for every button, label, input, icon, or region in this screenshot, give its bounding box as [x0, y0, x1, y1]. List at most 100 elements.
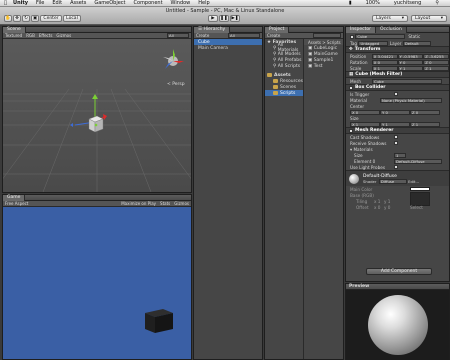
menu-file[interactable]: File — [36, 0, 44, 6]
play-controls: ▶ ❚❚ ▶❚ — [208, 15, 240, 22]
pivot-center-button[interactable]: Center — [40, 15, 62, 22]
scale-tool-icon[interactable]: ▣ — [31, 15, 39, 22]
step-icon[interactable]: ▶❚ — [230, 15, 240, 22]
add-component-button[interactable]: Add Component — [366, 268, 432, 275]
mesh-filter-header[interactable]: ▦ Cube (Mesh Filter) — [346, 71, 449, 78]
size-z-field[interactable]: Z 1 — [410, 121, 440, 127]
light-probes-checkbox[interactable] — [394, 165, 398, 169]
aspect-dropdown[interactable]: Free Aspect — [5, 201, 28, 206]
box-collider-checkbox[interactable] — [349, 85, 353, 90]
menu-component[interactable]: Component — [134, 0, 163, 6]
active-checkbox[interactable] — [350, 34, 354, 39]
gizmos-dropdown[interactable]: Gizmos — [56, 33, 71, 38]
maximize-on-play-toggle[interactable]: Maximize on Play — [121, 201, 156, 206]
rotation-z-field[interactable]: Z 0 — [423, 59, 450, 65]
mesh-renderer-header[interactable]: Mesh Renderer — [346, 127, 449, 134]
position-x-field[interactable]: X 3.04421 — [371, 53, 398, 59]
layout-dropdown[interactable]: Layout ▾ — [411, 15, 447, 22]
apple-menu-icon[interactable]:  — [4, 0, 7, 6]
file-maingame[interactable]: ▣ MainGame — [304, 51, 343, 57]
position-y-field[interactable]: Y -0.5983 — [397, 53, 424, 59]
tab-hierarchy[interactable]: ☰ Hierarchy — [194, 26, 231, 33]
tab-project[interactable]: Project — [265, 26, 290, 33]
material-header[interactable]: Default-Diffuse Shader Diffuse Edit... — [346, 170, 449, 186]
menu-gameobject[interactable]: GameObject — [94, 0, 125, 6]
texture-select-button[interactable]: Select — [410, 205, 423, 210]
rotation-x-field[interactable]: X 0 — [371, 59, 398, 65]
transform-icon: ✥ — [349, 47, 353, 52]
shading-mode-dropdown[interactable]: Textured — [5, 33, 22, 38]
rotation-y-field[interactable]: Y 0 — [397, 59, 424, 65]
transform-header[interactable]: ✥ Transform — [346, 46, 449, 53]
mesh-row: Mesh Cube — [346, 78, 449, 84]
cube-object[interactable] — [88, 115, 104, 133]
center-x-field[interactable]: X 0 — [350, 109, 380, 115]
layer-dropdown[interactable]: Default — [402, 40, 431, 46]
shader-row: Shader Diffuse Edit... — [363, 178, 420, 184]
center-y-field[interactable]: Y 0 — [380, 109, 410, 115]
menu-unity[interactable]: Unity — [13, 0, 28, 6]
scale-y-field[interactable]: Y 1 — [397, 65, 424, 71]
play-icon[interactable]: ▶ — [208, 15, 218, 22]
shader-dropdown[interactable]: Diffuse — [378, 178, 407, 184]
game-viewport[interactable] — [3, 207, 191, 359]
box-collider-header[interactable]: Box Collider — [346, 84, 449, 91]
pivot-space-button[interactable]: Local — [63, 15, 81, 22]
center-row: X 0Y 0Z 0 — [346, 109, 449, 115]
tab-occlusion[interactable]: Occlusion — [376, 26, 407, 33]
menu-edit[interactable]: Edit — [52, 0, 62, 6]
is-trigger-checkbox[interactable] — [394, 92, 398, 96]
tag-dropdown[interactable]: Untagged — [358, 40, 389, 46]
hierarchy-item-main-camera[interactable]: Main Camera — [194, 45, 262, 51]
project-create-button[interactable]: Create — [267, 33, 280, 38]
size-x-field[interactable]: X 1 — [350, 121, 380, 127]
scale-z-field[interactable]: Z 1 — [423, 65, 450, 71]
rotate-tool-icon[interactable]: ↻ — [22, 15, 30, 22]
main-color-swatch[interactable] — [410, 187, 430, 191]
pause-icon[interactable]: ❚❚ — [219, 15, 229, 22]
preview-viewport[interactable] — [346, 290, 449, 360]
receive-shadows-checkbox[interactable] — [394, 141, 398, 145]
render-mode-dropdown[interactable]: RGB — [26, 33, 35, 38]
search-icon[interactable]: ⚲ — [435, 0, 439, 6]
scene-search-input[interactable]: All — [167, 33, 189, 38]
object-name-field[interactable]: Cube — [355, 34, 406, 39]
static-toggle[interactable]: Static — [408, 34, 420, 39]
layers-dropdown[interactable]: Layers ▾ — [372, 15, 408, 22]
hierarchy-create-button[interactable]: Create — [196, 33, 209, 38]
collider-material-field[interactable]: None (Physic Material) — [380, 97, 442, 103]
tab-scene[interactable]: Scene — [3, 26, 26, 33]
menu-window[interactable]: Window — [171, 0, 191, 6]
edit-shader-button[interactable]: Edit... — [408, 179, 419, 184]
file-test[interactable]: ▣ Test — [304, 63, 343, 69]
tab-game[interactable]: Game — [3, 194, 26, 201]
size-y-field[interactable]: Y 1 — [380, 121, 410, 127]
scale-x-field[interactable]: X 1 — [371, 65, 398, 71]
game-gizmos-toggle[interactable]: Gizmos — [174, 201, 189, 206]
favorite-all-scripts[interactable]: ⚲ All Scripts — [265, 63, 303, 69]
menu-help[interactable]: Help — [198, 0, 209, 6]
tab-inspector[interactable]: Inspector — [346, 26, 376, 33]
hand-tool-icon[interactable]: ✋ — [4, 15, 12, 22]
move-tool-icon[interactable]: ✥ — [13, 15, 21, 22]
cast-shadows-checkbox[interactable] — [394, 135, 398, 139]
position-z-field[interactable]: Z -3.6255 — [423, 53, 450, 59]
center-z-field[interactable]: Z 0 — [410, 109, 440, 115]
stats-toggle[interactable]: Stats — [160, 201, 170, 206]
scene-panel: Scene Textured RGB Effects Gizmos All < … — [2, 26, 192, 193]
effects-dropdown[interactable]: Effects — [39, 33, 53, 38]
menu-assets[interactable]: Assets — [70, 0, 86, 6]
project-search-input[interactable] — [313, 33, 341, 38]
persp-label[interactable]: < Persp — [167, 81, 185, 87]
mesh-field[interactable]: Cube — [372, 78, 442, 84]
hierarchy-search-input[interactable]: All — [228, 33, 260, 38]
mesh-renderer-checkbox[interactable] — [349, 128, 353, 133]
zoom-status: 100% — [365, 0, 380, 6]
folder-icon — [273, 79, 278, 83]
element0-field[interactable]: Default-Diffuse — [394, 158, 442, 164]
user-name[interactable]: yuchitseng — [394, 0, 421, 6]
folder-scripts[interactable]: Scripts — [265, 90, 303, 96]
materials-size-field[interactable]: 1 — [394, 152, 406, 158]
scene-viewport[interactable]: < Persp — [3, 39, 191, 192]
project-breadcrumb[interactable]: Assets > Scripts — [304, 39, 343, 45]
